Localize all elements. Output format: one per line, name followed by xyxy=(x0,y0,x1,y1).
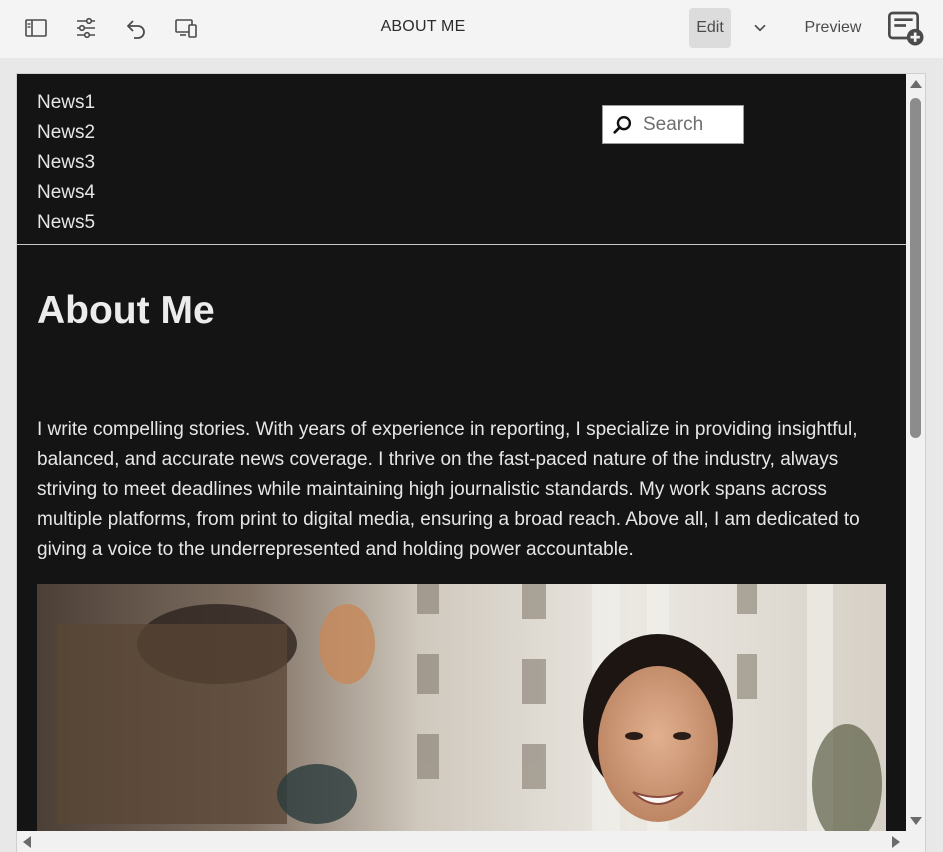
nav-item-news2[interactable]: News2 xyxy=(37,118,95,148)
nav-item-news1[interactable]: News1 xyxy=(37,88,95,118)
nav-item-news4[interactable]: News4 xyxy=(37,178,95,208)
annotations-icon xyxy=(888,11,924,46)
preview-mode-button[interactable]: Preview xyxy=(796,8,870,48)
nav-item-news5[interactable]: News5 xyxy=(37,208,95,238)
search-icon[interactable] xyxy=(603,106,643,143)
page-viewport: News1 News2 News3 News4 News5 About Me I… xyxy=(17,74,906,831)
horizontal-scrollbar[interactable] xyxy=(17,831,906,852)
scroll-up-arrow-icon[interactable] xyxy=(910,80,922,88)
scroll-right-arrow-icon[interactable] xyxy=(892,836,900,848)
vertical-scrollbar[interactable] xyxy=(906,74,925,831)
site-navigation: News1 News2 News3 News4 News5 xyxy=(37,88,95,238)
vertical-scroll-thumb[interactable] xyxy=(910,98,921,438)
about-paragraph: I write compelling stories. With years o… xyxy=(37,419,860,560)
scroll-down-arrow-icon[interactable] xyxy=(910,817,922,825)
page-editor-frame: News1 News2 News3 News4 News5 About Me I… xyxy=(16,73,926,852)
portrait-photo xyxy=(37,584,886,831)
hero-image xyxy=(37,584,886,831)
site-search xyxy=(602,105,744,144)
chevron-down-icon xyxy=(754,24,766,32)
nav-item-news3[interactable]: News3 xyxy=(37,148,95,178)
edit-mode-button[interactable]: Edit xyxy=(689,8,731,48)
header-divider xyxy=(17,244,906,245)
scroll-left-arrow-icon[interactable] xyxy=(23,836,31,848)
annotations-button[interactable] xyxy=(886,8,926,48)
editor-toolbar: ABOUT ME Edit Preview xyxy=(0,0,943,58)
mode-dropdown-button[interactable] xyxy=(744,8,776,48)
scrollbar-corner xyxy=(906,831,925,852)
search-input[interactable] xyxy=(643,113,739,136)
page-heading: About Me xyxy=(37,289,215,332)
